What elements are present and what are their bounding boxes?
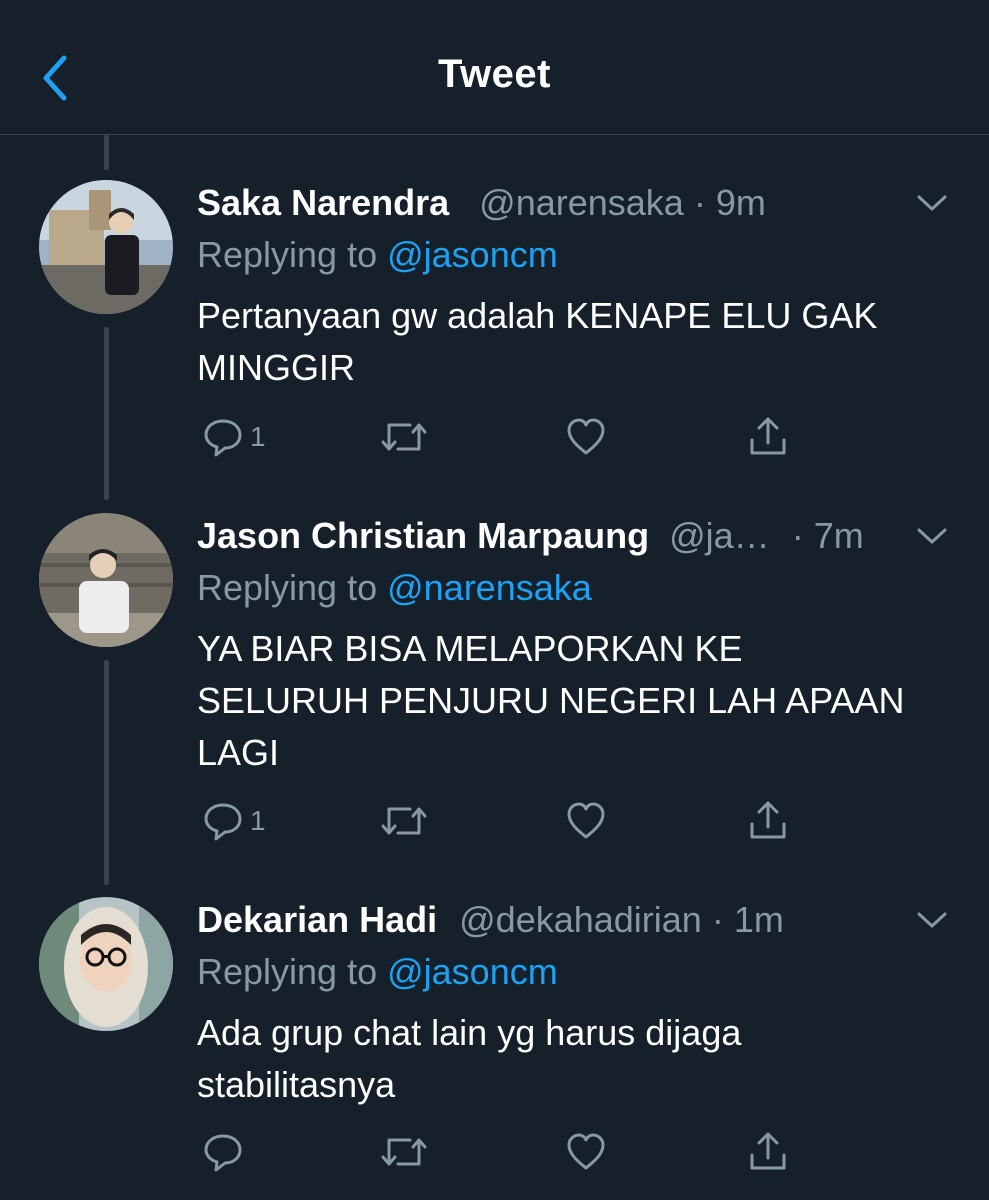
like-button[interactable] (565, 1127, 607, 1177)
user-handle[interactable]: @ja… (669, 515, 770, 556)
tweet-text-line: YA BIAR BISA MELAPORKAN KE (197, 628, 743, 669)
tweet-text: YA BIAR BISA MELAPORKAN KE SELURUH PENJU… (197, 623, 957, 779)
share-button[interactable] (747, 412, 789, 462)
tweet-text-line: Ada grup chat lain yg harus dijaga (197, 1012, 742, 1053)
replying-to: Replying to @jasoncm (197, 232, 558, 278)
thread-connector (104, 135, 109, 170)
comment-icon (204, 1134, 242, 1172)
chevron-down-icon (917, 912, 947, 928)
timestamp[interactable]: 1m (734, 899, 784, 940)
share-icon (750, 417, 786, 455)
like-button[interactable] (565, 796, 607, 846)
tweet-item[interactable]: Jason Christian Marpaung @ja… · 7m Reply… (0, 513, 989, 853)
tweet-header: Jason Christian Marpaung @ja… · 7m (197, 513, 864, 559)
top-nav-bar: Tweet (0, 0, 989, 135)
retweet-button[interactable] (380, 412, 428, 462)
replying-to: Replying to @narensaka (197, 565, 592, 611)
tweet-text-line: Pertanyaan gw adalah KENAPE ELU GAK (197, 295, 878, 336)
tweet-item[interactable]: Saka Narendra @narensaka · 9m Replying t… (0, 180, 989, 480)
retweet-button[interactable] (380, 1127, 428, 1177)
reply-button[interactable] (202, 1127, 250, 1177)
avatar[interactable] (39, 180, 173, 314)
reply-count: 1 (250, 805, 266, 836)
tweet-text: Ada grup chat lain yg harus dijaga stabi… (197, 1007, 957, 1111)
share-icon (750, 801, 786, 839)
page-title: Tweet (438, 52, 551, 96)
reply-button[interactable]: 1 (202, 796, 266, 846)
reply-button[interactable]: 1 (202, 412, 266, 462)
tweet-text-line: LAGI (197, 732, 280, 773)
retweet-icon (381, 1138, 427, 1166)
retweet-icon (381, 807, 427, 835)
heart-icon (567, 418, 605, 455)
comment-icon (204, 419, 242, 457)
retweet-button[interactable] (380, 796, 428, 846)
more-options-button[interactable] (915, 905, 949, 935)
user-handle[interactable]: @dekahadirian (459, 899, 702, 940)
tweet-text-line: MINGGIR (197, 347, 355, 388)
more-options-button[interactable] (915, 188, 949, 218)
avatar-photo (39, 513, 173, 647)
heart-icon (567, 1133, 605, 1170)
share-button[interactable] (747, 796, 789, 846)
heart-icon (567, 802, 605, 839)
tweet-actions: 1 (197, 412, 847, 462)
timestamp[interactable]: 9m (716, 182, 766, 223)
mention-link[interactable]: @jasoncm (387, 234, 558, 275)
avatar-photo (39, 897, 173, 1031)
tweet-header: Saka Narendra @narensaka · 9m (197, 180, 766, 226)
tweet-text-line: SELURUH PENJURU NEGERI LAH APAAN (197, 680, 905, 721)
comment-icon (204, 803, 242, 841)
mention-link[interactable]: @narensaka (387, 567, 592, 608)
tweet-actions (197, 1127, 847, 1177)
separator-dot: · (693, 182, 706, 223)
mention-link[interactable]: @jasoncm (387, 951, 558, 992)
user-handle[interactable]: @narensaka (479, 182, 684, 223)
replying-to: Replying to @jasoncm (197, 949, 558, 995)
replying-to-label: Replying to (197, 234, 388, 275)
separator-dot: · (711, 899, 724, 940)
display-name[interactable]: Dekarian Hadi (197, 899, 437, 940)
chevron-down-icon (917, 195, 947, 211)
chevron-down-icon (917, 528, 947, 544)
timestamp[interactable]: 7m (814, 515, 864, 556)
replying-to-label: Replying to (197, 567, 388, 608)
avatar-photo (39, 180, 173, 314)
display-name[interactable]: Saka Narendra (197, 182, 449, 223)
retweet-icon (381, 423, 427, 451)
tweet-text: Pertanyaan gw adalah KENAPE ELU GAK MING… (197, 290, 957, 394)
tweet-text-line: stabilitasnya (197, 1064, 396, 1105)
more-options-button[interactable] (915, 521, 949, 551)
tweet-actions: 1 (197, 796, 847, 846)
tweet-item[interactable]: Dekarian Hadi @dekahadirian · 1m Replyin… (0, 897, 989, 1187)
display-name[interactable]: Jason Christian Marpaung (197, 515, 649, 556)
share-icon (750, 1132, 786, 1170)
replying-to-label: Replying to (197, 951, 388, 992)
reply-count: 1 (250, 421, 266, 452)
share-button[interactable] (747, 1127, 789, 1177)
avatar[interactable] (39, 513, 173, 647)
tweet-header: Dekarian Hadi @dekahadirian · 1m (197, 897, 784, 943)
avatar[interactable] (39, 897, 173, 1031)
like-button[interactable] (565, 412, 607, 462)
separator-dot: · (791, 515, 804, 556)
